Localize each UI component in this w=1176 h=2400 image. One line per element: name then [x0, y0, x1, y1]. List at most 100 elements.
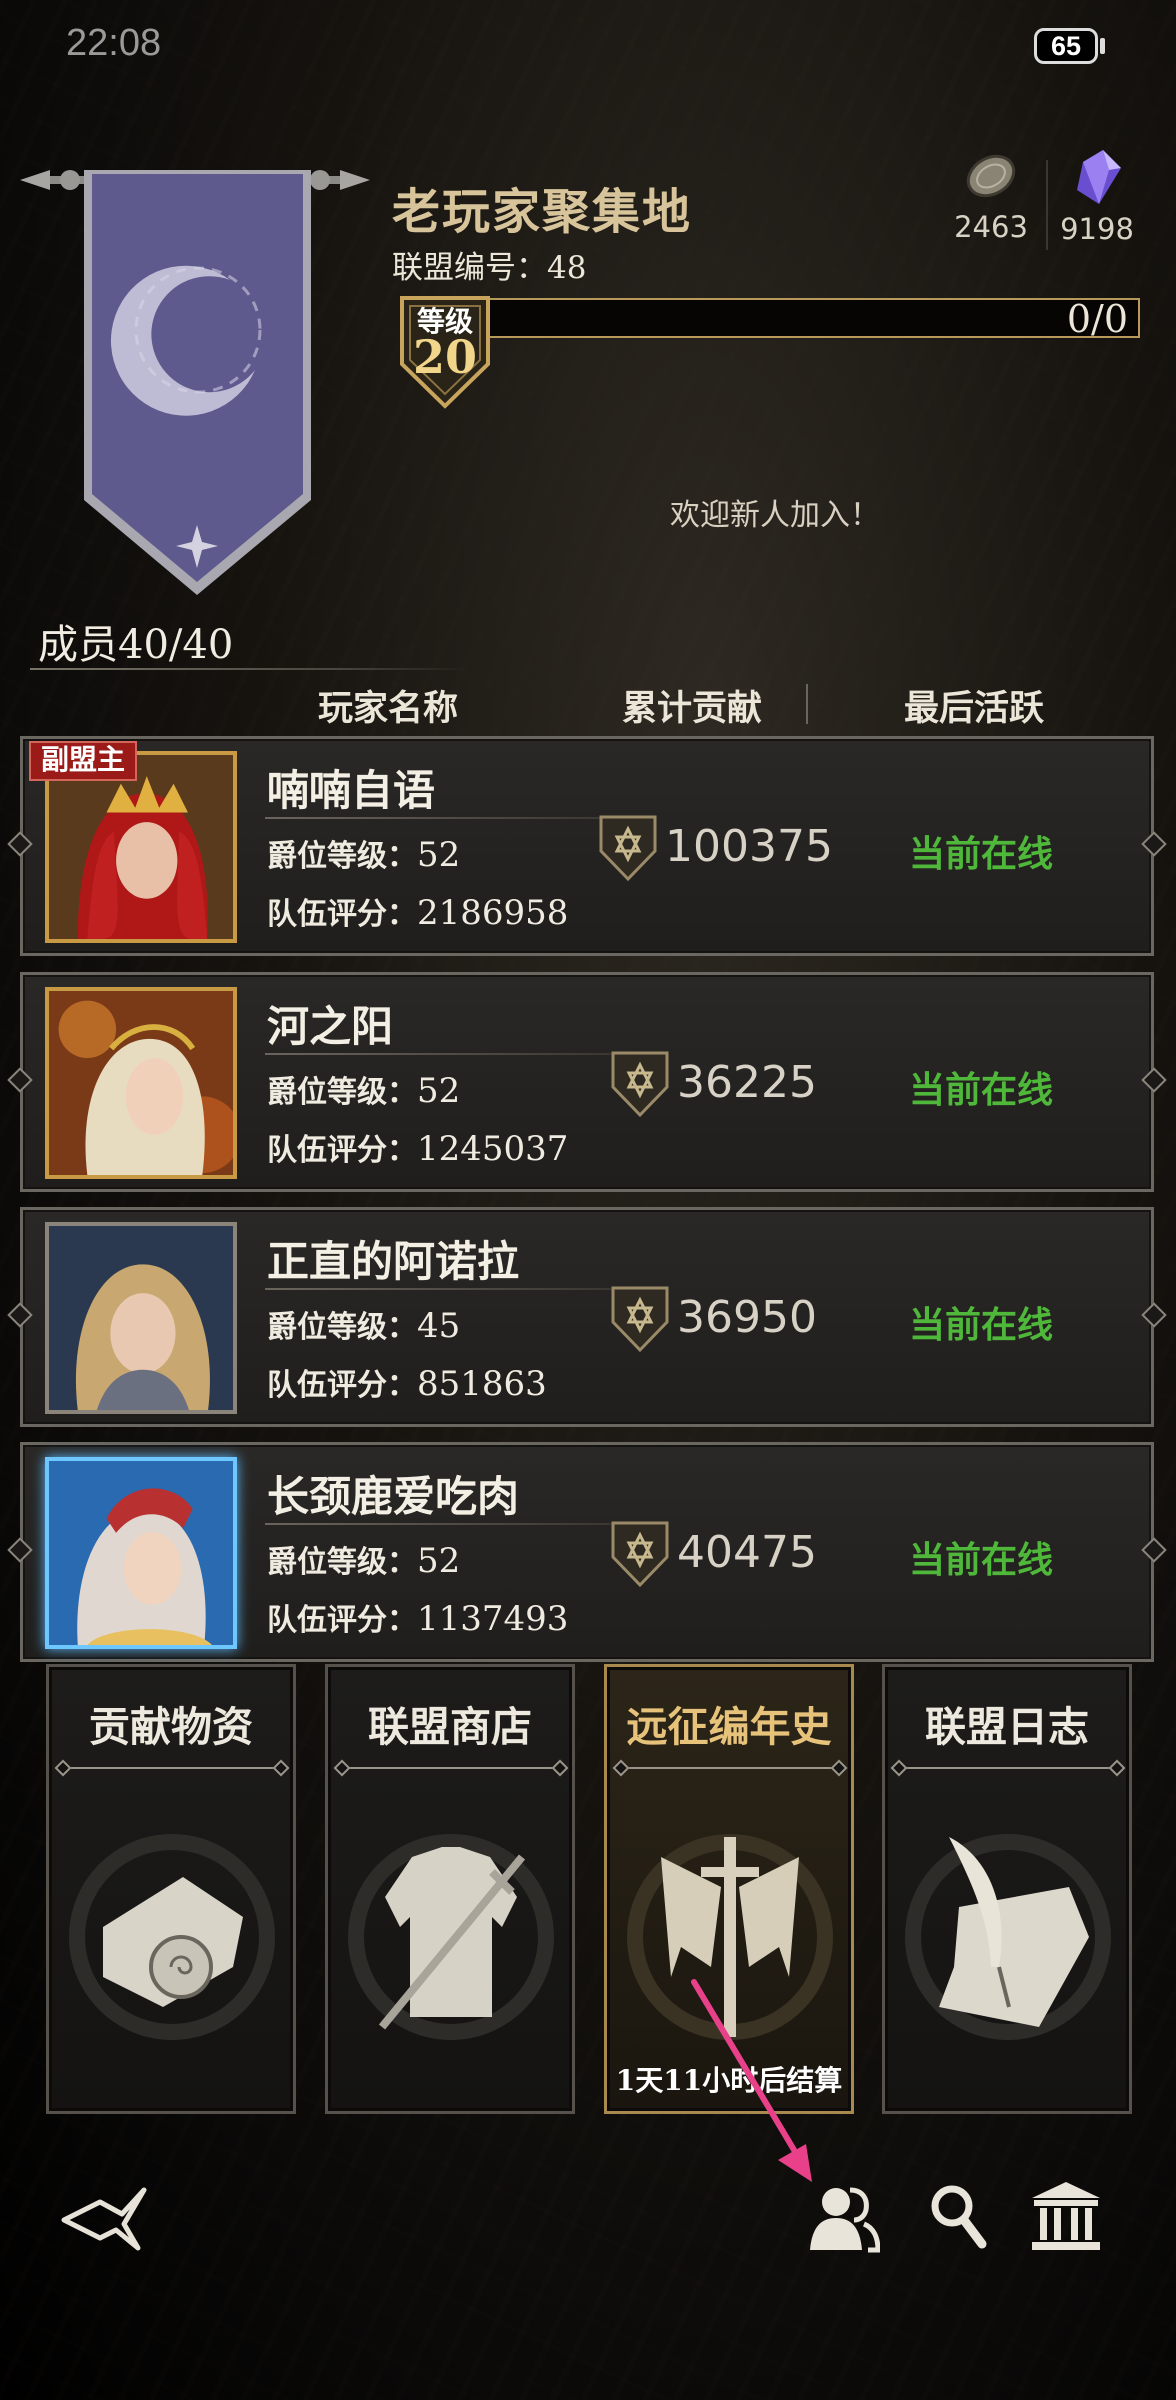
column-divider: [806, 684, 808, 724]
coin-value: 2463: [954, 210, 1028, 244]
player-name: 正直的阿诺拉: [267, 1237, 520, 1286]
score-line: 队伍评分：2186958: [267, 889, 568, 933]
score-value: 1137493: [417, 1599, 569, 1639]
member-count: 成员40/40: [38, 622, 234, 668]
rank-line: 爵位等级：45: [267, 1302, 460, 1346]
crystal-value: 9198: [1060, 212, 1134, 246]
hall-icon[interactable]: [1030, 2180, 1102, 2252]
alliance-id: 联盟编号：48: [392, 250, 587, 286]
card-title: 联盟商店: [368, 1703, 532, 1751]
portrait: [49, 755, 233, 939]
avatar[interactable]: [45, 1222, 237, 1414]
card-title: 远征编年史: [626, 1703, 832, 1751]
contribution-shield-icon: [611, 1051, 669, 1118]
alliance-screen: 22:08 65 成员40/40 老玩家聚集地 联盟编号：48 2463 919: [0, 0, 1176, 2400]
score-line: 队伍评分：1245037: [267, 1125, 568, 1169]
alliance-banner[interactable]: [80, 170, 315, 600]
name-underline: [265, 1288, 611, 1290]
resource-crystal[interactable]: 9198: [1052, 148, 1142, 246]
contribution-shield-icon: [599, 815, 657, 882]
score-label: 队伍评分：: [267, 897, 417, 932]
online-status: 当前在线: [909, 1069, 1054, 1111]
rank-line: 爵位等级：52: [267, 1067, 460, 1111]
alliance-name: 老玩家聚集地: [392, 184, 693, 240]
level-progress-text: 0/0: [1066, 297, 1128, 341]
member-row[interactable]: 河之阳 爵位等级：52 队伍评分：1245037 36225 当前在线: [7, 972, 1167, 1192]
quill-icon: [905, 1834, 1111, 2040]
rank-line: 爵位等级：52: [267, 1537, 460, 1581]
search-icon[interactable]: [928, 2182, 988, 2250]
score-value: 851863: [417, 1364, 547, 1404]
score-label: 队伍评分：: [267, 1603, 417, 1638]
card-alliance-shop[interactable]: 联盟商店: [325, 1664, 575, 2114]
rank-label: 爵位等级：: [267, 1545, 417, 1580]
contribution-value: 40475: [677, 1527, 817, 1578]
status-time: 22:08: [66, 22, 162, 64]
portrait: [49, 991, 233, 1175]
score-line: 队伍评分：1137493: [267, 1595, 568, 1639]
rank-label: 爵位等级：: [267, 839, 417, 874]
rank-line: 爵位等级：52: [267, 831, 460, 875]
card-divider: [897, 1767, 1119, 1769]
name-underline: [265, 1523, 611, 1525]
settlement-countdown: 1天11小时后结算: [615, 2064, 843, 2097]
score-label: 队伍评分：: [267, 1368, 417, 1403]
rank-value: 45: [417, 1306, 461, 1346]
resource-divider: [1046, 160, 1048, 250]
members-icon[interactable]: [806, 2180, 880, 2254]
score-line: 队伍评分：851863: [267, 1360, 547, 1404]
online-status: 当前在线: [909, 1304, 1054, 1346]
crystal-icon: [1077, 150, 1121, 204]
rank-value: 52: [417, 835, 461, 875]
scroll-icon: [69, 1834, 275, 2040]
score-value: 1245037: [417, 1129, 569, 1169]
resource-coin[interactable]: 2463: [946, 148, 1036, 244]
member-row[interactable]: 长颈鹿爱吃肉 爵位等级：52 队伍评分：1137493 40475 当前在线: [7, 1442, 1167, 1662]
player-name: 喃喃自语: [267, 766, 436, 815]
column-contribution[interactable]: 累计贡献: [622, 680, 762, 731]
player-name: 河之阳: [267, 1002, 394, 1051]
card-expedition-chronicle[interactable]: 远征编年史 1天11小时后结算: [604, 1664, 854, 2114]
portrait: [49, 1226, 233, 1410]
member-row[interactable]: 正直的阿诺拉 爵位等级：45 队伍评分：851863 36950 当前在线: [7, 1207, 1167, 1427]
online-status: 当前在线: [909, 1539, 1054, 1581]
card-title: 贡献物资: [89, 1703, 253, 1751]
online-status: 当前在线: [909, 833, 1054, 875]
contribution-value: 100375: [665, 821, 833, 872]
avatar[interactable]: [45, 987, 237, 1179]
member-row[interactable]: 副盟主 喃喃自语 爵位等级：52 队伍评分：2186958 100375 当前在…: [7, 736, 1167, 956]
avatar[interactable]: [45, 1457, 237, 1649]
contribution-shield-icon: [611, 1286, 669, 1353]
contribution-value: 36225: [677, 1057, 817, 1108]
player-name: 长颈鹿爱吃肉: [267, 1472, 520, 1521]
score-label: 队伍评分：: [267, 1133, 417, 1168]
rank-value: 52: [417, 1541, 461, 1581]
contribution-value: 36950: [677, 1292, 817, 1343]
level-number: 20: [412, 330, 477, 384]
card-alliance-log[interactable]: 联盟日志: [882, 1664, 1132, 2114]
role-badge: 副盟主: [29, 741, 138, 781]
back-icon[interactable]: [60, 2184, 150, 2254]
level-progress-bar: 0/0: [470, 298, 1140, 338]
contribution-shield-icon: [611, 1521, 669, 1588]
rank-label: 爵位等级：: [267, 1075, 417, 1110]
armor-icon: [348, 1834, 554, 2040]
column-last-active[interactable]: 最后活跃: [904, 680, 1044, 731]
battery-icon: 65: [1034, 28, 1098, 64]
coin-icon: [966, 154, 1016, 198]
name-underline: [265, 817, 611, 819]
name-underline: [265, 1053, 611, 1055]
sword-flags-icon: [627, 1834, 833, 2040]
rank-value: 52: [417, 1071, 461, 1111]
rank-label: 爵位等级：: [267, 1310, 417, 1345]
card-divider: [619, 1767, 841, 1769]
card-divider: [61, 1767, 283, 1769]
welcome-message: 欢迎新人加入！: [670, 498, 880, 533]
battery-tip: [1100, 38, 1105, 54]
score-value: 2186958: [417, 893, 569, 933]
card-divider: [340, 1767, 562, 1769]
column-player-name: 玩家名称: [318, 688, 459, 729]
card-title: 联盟日志: [925, 1703, 1089, 1751]
card-contribute-supplies[interactable]: 贡献物资: [46, 1664, 296, 2114]
divider: [30, 668, 470, 670]
